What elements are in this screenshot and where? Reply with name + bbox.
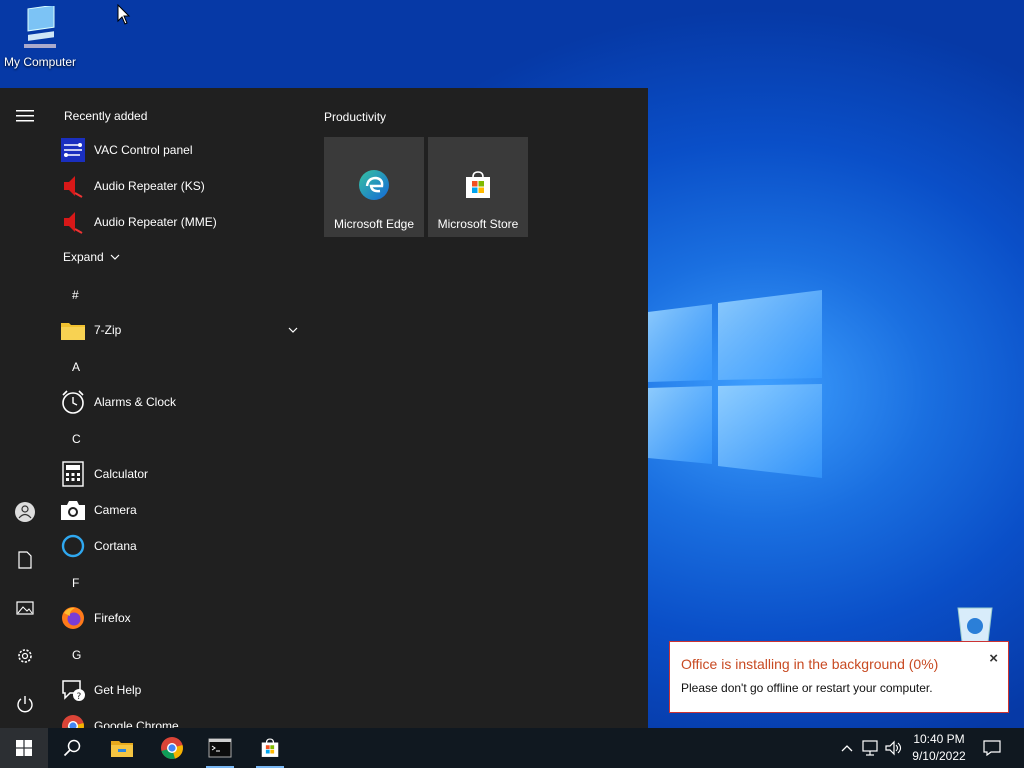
pictures-icon[interactable]	[13, 596, 37, 620]
taskbar-clock[interactable]: 10:40 PM 9/10/2022	[906, 731, 972, 765]
expand-label: Expand	[63, 250, 104, 264]
get-help-icon: ?	[60, 677, 86, 703]
app-label: 7-Zip	[94, 323, 122, 337]
tiles-group-header: Productivity	[324, 110, 387, 124]
app-get-help[interactable]: ? Get Help	[60, 672, 310, 708]
audio-repeater-icon	[60, 209, 86, 235]
expand-button[interactable]: Expand	[63, 250, 122, 264]
app-label: Get Help	[94, 683, 142, 697]
app-label: Audio Repeater (MME)	[94, 215, 217, 229]
desktop-icon-label: My Computer	[3, 55, 77, 69]
folder-icon	[60, 317, 86, 343]
windows-wallpaper-logo	[648, 290, 822, 478]
audio-repeater-icon	[60, 173, 86, 199]
chrome-icon	[161, 737, 183, 759]
office-install-notification[interactable]: Office is installing in the background (…	[669, 641, 1009, 713]
app-firefox[interactable]: Firefox	[60, 600, 310, 636]
start-menu: Recently added VAC Control panel Audio R…	[0, 88, 648, 728]
app-audio-repeater-mme[interactable]: Audio Repeater (MME)	[60, 204, 310, 240]
group-letter[interactable]: #	[72, 288, 79, 302]
cmd-icon	[208, 738, 232, 758]
taskbar-file-explorer[interactable]	[98, 728, 146, 768]
power-icon[interactable]	[13, 692, 37, 716]
app-label: Firefox	[94, 611, 131, 625]
app-list: Recently added VAC Control panel Audio R…	[50, 88, 310, 728]
app-label: Alarms & Clock	[94, 395, 177, 409]
mouse-cursor-icon	[117, 4, 131, 25]
desktop-icon-my-computer[interactable]: My Computer	[0, 4, 80, 69]
start-rail	[0, 88, 50, 728]
chevron-down-icon[interactable]	[286, 325, 300, 335]
app-label: Google Chrome	[94, 719, 179, 728]
documents-icon[interactable]	[13, 548, 37, 572]
chevron-up-icon	[841, 745, 853, 752]
action-center-button[interactable]	[978, 728, 1006, 768]
clock-date: 9/10/2022	[912, 749, 966, 763]
computer-icon	[24, 4, 56, 48]
user-icon[interactable]	[13, 500, 37, 524]
network-icon	[862, 740, 878, 756]
taskbar: 10:40 PM 9/10/2022	[0, 728, 1024, 768]
calculator-icon	[60, 461, 86, 487]
tile-microsoft-store[interactable]: Microsoft Store	[428, 137, 528, 237]
recently-added-header: Recently added	[64, 109, 148, 123]
notification-title: Office is installing in the background (…	[681, 656, 939, 672]
app-camera[interactable]: Camera	[60, 492, 310, 528]
search-icon	[63, 739, 81, 757]
app-alarms-clock[interactable]: Alarms & Clock	[60, 384, 310, 420]
group-letter[interactable]: C	[72, 432, 81, 446]
chrome-icon	[60, 713, 86, 728]
group-letter[interactable]: G	[72, 648, 81, 662]
app-label: Camera	[94, 503, 137, 517]
app-google-chrome[interactable]: Google Chrome	[60, 708, 310, 728]
clock-time: 10:40 PM	[913, 732, 965, 746]
taskbar-command-prompt[interactable]	[198, 728, 242, 768]
network-status[interactable]	[860, 728, 882, 768]
group-letter[interactable]: F	[72, 576, 79, 590]
app-label: Calculator	[94, 467, 149, 481]
app-cortana[interactable]: Cortana	[60, 528, 310, 564]
camera-icon	[60, 497, 86, 523]
store-icon	[261, 738, 279, 757]
volume-control[interactable]	[883, 728, 905, 768]
tile-label: Microsoft Edge	[333, 217, 415, 231]
app-label: Cortana	[94, 539, 137, 553]
alarm-clock-icon	[60, 389, 86, 415]
app-7-zip[interactable]: 7-Zip	[60, 312, 310, 348]
windows-start-icon	[16, 740, 32, 756]
notifications-icon	[983, 740, 1001, 756]
app-vac-control-panel[interactable]: VAC Control panel	[60, 132, 310, 168]
taskbar-microsoft-store[interactable]	[248, 728, 292, 768]
settings-icon[interactable]	[13, 644, 37, 668]
start-button[interactable]	[0, 728, 48, 768]
volume-icon	[885, 740, 902, 756]
vac-control-icon	[60, 137, 86, 163]
app-label: VAC Control panel	[94, 143, 193, 157]
app-label: Audio Repeater (KS)	[94, 179, 205, 193]
chevron-down-icon	[110, 254, 120, 260]
group-letter[interactable]: A	[72, 360, 80, 374]
cortana-icon	[60, 533, 86, 559]
app-audio-repeater-ks[interactable]: Audio Repeater (KS)	[60, 168, 310, 204]
tile-label: Microsoft Store	[437, 217, 519, 231]
recycle-bin-icon[interactable]	[954, 602, 996, 644]
close-icon[interactable]: ×	[989, 650, 998, 667]
firefox-icon	[60, 605, 86, 631]
search-button[interactable]	[48, 728, 96, 768]
notification-body: Please don't go offline or restart your …	[681, 681, 933, 695]
store-icon	[466, 171, 490, 198]
svg-text:?: ?	[77, 692, 82, 702]
taskbar-chrome[interactable]	[148, 728, 196, 768]
file-explorer-icon	[111, 741, 133, 757]
hamburger-menu-icon[interactable]	[13, 104, 37, 128]
app-calculator[interactable]: Calculator	[60, 456, 310, 492]
show-hidden-icons[interactable]	[836, 728, 858, 768]
tile-microsoft-edge[interactable]: Microsoft Edge	[324, 137, 424, 237]
edge-icon	[359, 170, 389, 200]
